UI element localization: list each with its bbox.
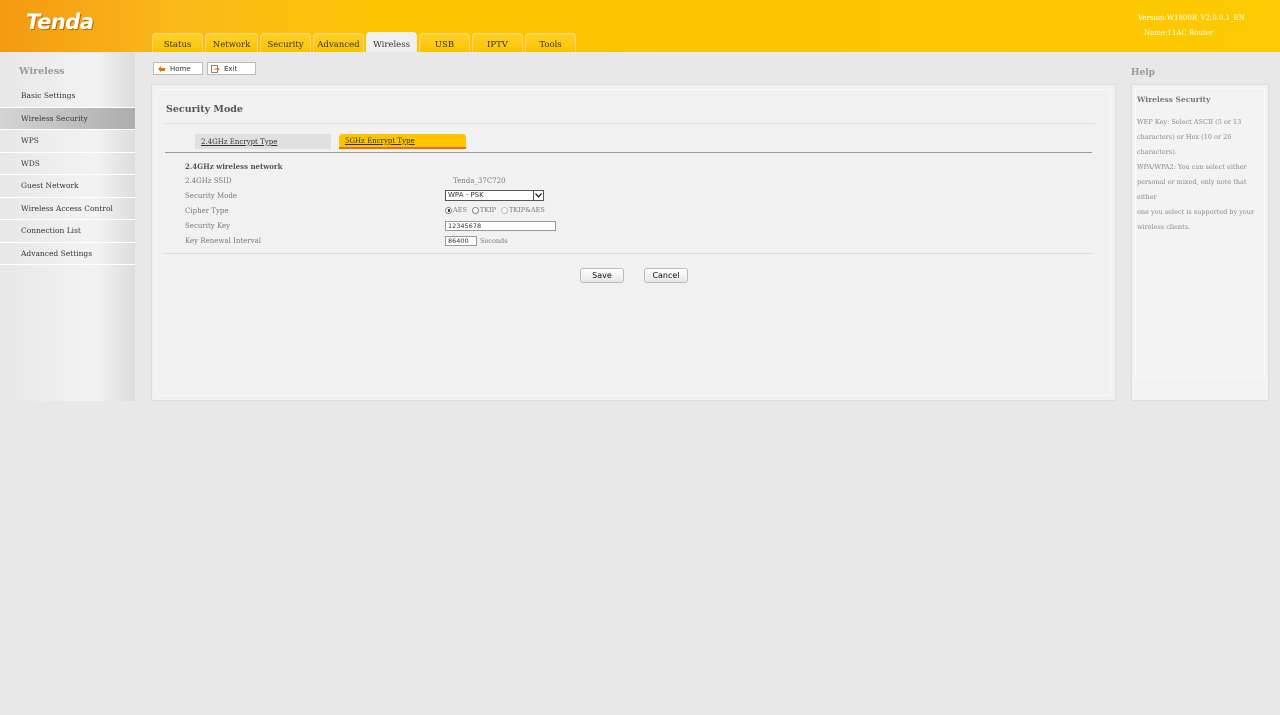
tab-5ghz-encrypt[interactable]: 5GHz Encrypt Type (339, 134, 466, 149)
tab-iptv[interactable]: IPTV (472, 33, 523, 52)
help-heading: Help (1131, 68, 1155, 78)
form-divider (163, 253, 1093, 254)
cipher-aes-label: AES (453, 206, 467, 214)
tab-advanced[interactable]: Advanced (313, 33, 364, 52)
home-arrow-icon (157, 65, 166, 73)
security-mode-label: Security Mode (185, 192, 237, 200)
help-line: personal or mixed, only note that either (1137, 178, 1247, 201)
sidebar-menu: Basic Settings Wireless Security WPS WDS… (0, 85, 135, 265)
divider (165, 123, 1095, 124)
tab-usb[interactable]: USB (419, 33, 470, 52)
ssid-label: 2.4GHz SSID (185, 177, 232, 185)
exit-icon (211, 64, 220, 73)
tab-security[interactable]: Security (260, 33, 311, 52)
home-button-label: Home (170, 64, 191, 73)
key-renewal-input[interactable]: 86400 (445, 236, 477, 246)
section-title: Security Mode (166, 104, 243, 115)
help-panel: Wireless Security WEP Key: Select ASCII … (1131, 84, 1269, 401)
cipher-aes-radio[interactable] (445, 206, 452, 214)
tab-network[interactable]: Network (205, 33, 258, 52)
version-info: Version:W1800R_V2.0.0.1_EN Name:11AC Rou… (1138, 11, 1245, 41)
help-line: WPA/WPA2: You can select either (1137, 163, 1247, 171)
sidebar-item-wps[interactable]: WPS (0, 130, 135, 153)
sidebar: Wireless Basic Settings Wireless Securit… (0, 52, 135, 401)
home-button[interactable]: Home (153, 62, 203, 75)
cipher-tkip-label: TKIP (479, 206, 497, 214)
save-button[interactable]: Save (580, 268, 624, 283)
key-renewal-unit: Seconds (480, 237, 508, 245)
sidebar-item-connection-list[interactable]: Connection List (0, 220, 135, 243)
tab-wireless[interactable]: Wireless (366, 32, 417, 52)
tab-status[interactable]: Status (152, 33, 203, 52)
help-line: wireless clients. (1137, 223, 1191, 231)
help-line: one you select is supported by your (1137, 208, 1255, 216)
help-title: Wireless Security (1137, 95, 1211, 104)
firmware-version: Version:W1800R_V2.0.0.1_EN (1138, 14, 1245, 22)
cipher-tkip-radio[interactable] (471, 206, 479, 214)
router-name: Name:11AC Router (1144, 29, 1214, 37)
ssid-value: Tenda_37C720 (453, 177, 506, 185)
chevron-down-icon (533, 191, 543, 200)
sidebar-item-advanced-settings[interactable]: Advanced Settings (0, 243, 135, 265)
sidebar-item-access-control[interactable]: Wireless Access Control (0, 198, 135, 220)
sidebar-item-wireless-security[interactable]: Wireless Security (0, 107, 135, 130)
help-line: characters) or Hex (10 or 26 characters)… (1137, 133, 1232, 156)
tab-24ghz-encrypt[interactable]: 2.4GHz Encrypt Type (195, 134, 331, 149)
cancel-button[interactable]: Cancel (644, 268, 688, 283)
exit-button[interactable]: Exit (207, 62, 256, 75)
security-mode-selected: WPA - PSK (448, 191, 484, 199)
tab-divider (165, 152, 1092, 153)
tenda-logo: Tenda (26, 10, 94, 34)
exit-button-label: Exit (224, 64, 238, 73)
help-text: WEP Key: Select ASCII (5 or 13 character… (1137, 115, 1265, 235)
sidebar-item-guest-network[interactable]: Guest Network (0, 175, 135, 198)
security-mode-select[interactable]: WPA - PSK (445, 190, 544, 201)
security-key-input[interactable]: 12345678 (445, 221, 556, 231)
cipher-tkip-aes-label: TKIP&AES (509, 206, 545, 214)
top-navigation: Status Network Security Advanced Wireles… (152, 32, 578, 52)
cipher-tkip-aes-radio[interactable] (501, 206, 509, 214)
network-heading: 2.4GHz wireless network (185, 162, 283, 171)
sidebar-item-basic-settings[interactable]: Basic Settings (0, 85, 135, 108)
key-renewal-label: Key Renewal Interval (185, 237, 261, 245)
help-line: WEP Key: Select ASCII (5 or 13 (1137, 118, 1242, 126)
sidebar-item-wds[interactable]: WDS (0, 153, 135, 175)
main-panel: Security Mode 2.4GHz Encrypt Type 5GHz E… (151, 84, 1116, 401)
header-bar: Tenda Version:W1800R_V2.0.0.1_EN Name:11… (0, 0, 1280, 52)
cipher-type-label: Cipher Type (185, 207, 229, 215)
security-key-label: Security Key (185, 222, 231, 230)
cipher-type-group: AES TKIP TKIP&AES (445, 206, 550, 214)
sidebar-title: Wireless (19, 66, 65, 77)
tab-tools[interactable]: Tools (525, 33, 576, 52)
